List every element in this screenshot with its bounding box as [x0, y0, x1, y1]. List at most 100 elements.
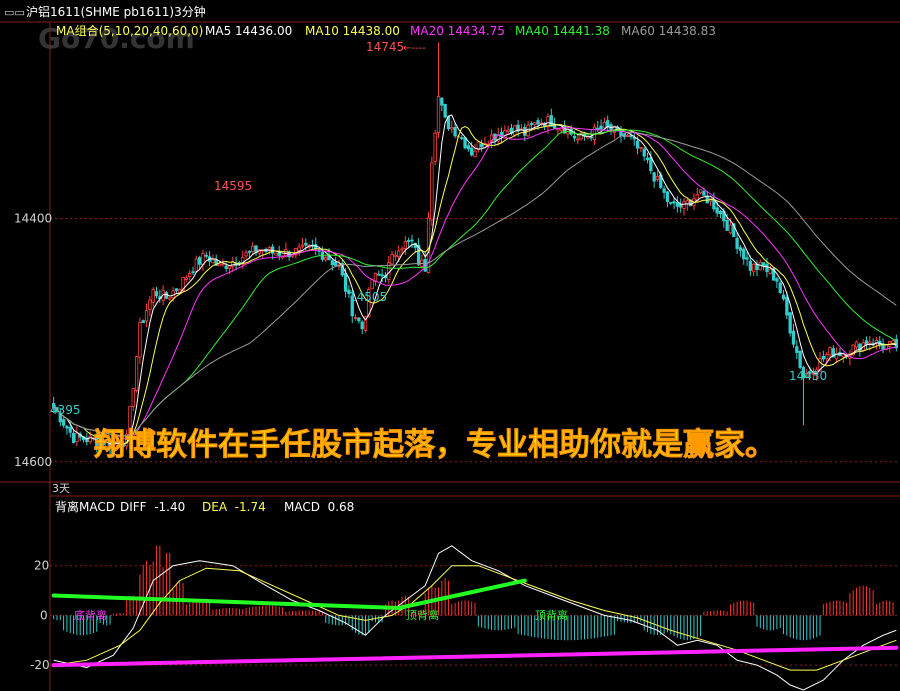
candle-body — [211, 259, 215, 264]
candle-body — [188, 273, 192, 277]
candle-body — [224, 265, 228, 269]
candle-body — [781, 294, 786, 300]
candle-body — [854, 341, 859, 348]
candle-body — [625, 135, 630, 137]
top-divergence-label: 顶背离 — [406, 608, 439, 622]
candle-body — [748, 260, 753, 271]
candle-body — [274, 252, 278, 256]
futures-chart: ▭▭ 沪铝1611(SHME pb1611)3分钟 Go70.com MA组合(… — [0, 0, 900, 691]
candle-body — [765, 264, 769, 272]
price-tick-label: 14600 — [14, 455, 52, 469]
candle-body — [682, 201, 686, 209]
candle-body — [506, 129, 510, 132]
candle-body — [745, 257, 749, 260]
candle-body — [795, 346, 799, 353]
candle-body — [715, 207, 719, 214]
candle-body — [788, 312, 792, 334]
macd-tick-label: 0 — [40, 608, 48, 622]
candle-body — [665, 191, 670, 203]
ma5-label: MA5 14436.00 — [205, 24, 292, 38]
candle-body — [606, 120, 610, 128]
candle-body — [675, 202, 680, 207]
candle-body — [71, 432, 76, 443]
dea-label: DEA -1.74 — [202, 500, 266, 514]
candle-body — [828, 347, 832, 356]
candle-body — [154, 291, 159, 297]
ma60-label: MA60 14438.83 — [621, 24, 716, 38]
ma40-label: MA40 14441.38 — [515, 24, 610, 38]
candle-body — [300, 244, 305, 247]
candle-body — [635, 140, 640, 149]
candle-body — [400, 248, 404, 251]
candle-body — [669, 201, 673, 204]
candle-body — [191, 271, 195, 274]
candle-body — [698, 189, 703, 194]
candle-body — [549, 115, 553, 127]
candle-body — [227, 265, 232, 269]
candle-body — [244, 252, 248, 257]
candle-body — [479, 143, 484, 148]
candle-body — [649, 157, 653, 172]
promo-banner: 翔博软件在手任股市起落，专业相助你就是赢家。 — [94, 427, 776, 463]
day-range-label: 3天 — [52, 482, 70, 495]
low-price-label: 14505 — [349, 290, 387, 304]
candle-body — [466, 145, 471, 150]
candle-body — [330, 260, 335, 265]
candle-body — [184, 277, 189, 280]
candle-body — [728, 224, 733, 234]
candle-body — [718, 211, 723, 215]
high-price-label: 14745 — [366, 40, 404, 54]
candle-body — [891, 340, 895, 344]
candle-body — [397, 250, 401, 258]
top-divergence-label-2: 顶背离 — [535, 608, 568, 622]
candle-body — [705, 195, 709, 204]
candle-body — [725, 220, 729, 231]
diff-label: DIFF -1.40 — [120, 500, 185, 514]
candle-body — [738, 247, 743, 251]
candle-body — [61, 419, 66, 426]
candle-body — [144, 310, 149, 322]
candle-body — [652, 172, 656, 182]
candle-body — [453, 126, 457, 137]
candle-body — [473, 150, 477, 158]
candle-body — [65, 425, 69, 429]
candle-body — [403, 241, 407, 249]
candle-body — [589, 136, 593, 139]
candle-body — [204, 254, 208, 257]
candle-body — [148, 299, 152, 310]
bottom-divergence-label: 底背离 — [74, 608, 107, 622]
ma20-label: MA20 14434.75 — [410, 24, 505, 38]
candle-body — [599, 125, 603, 130]
candle-body — [343, 273, 348, 292]
candle-body — [151, 289, 155, 303]
window-menu-icon[interactable]: ▭▭ — [4, 6, 25, 19]
candle-body — [197, 257, 202, 265]
ma10-label: MA10 14438.00 — [305, 24, 400, 38]
candle-body — [380, 274, 384, 277]
candle-body — [645, 157, 650, 161]
candle-body — [785, 297, 789, 316]
candle-body — [217, 263, 222, 267]
candle-body — [164, 292, 169, 299]
low-price-label-2: 14430 — [789, 369, 827, 383]
candle-body — [864, 340, 869, 345]
candle-body — [141, 320, 145, 324]
candle-body — [390, 254, 394, 265]
candle-body — [662, 188, 666, 193]
candle-body — [450, 127, 454, 130]
candle-body — [75, 432, 79, 442]
candle-body — [768, 268, 772, 275]
price-tick-label: 14400 — [14, 212, 52, 226]
peak-price-label: 14595 — [214, 179, 252, 193]
candle-body — [639, 146, 643, 149]
candle-body — [333, 261, 338, 266]
candle-body — [430, 162, 434, 221]
chart-background — [0, 0, 900, 691]
candle-body — [874, 339, 879, 343]
candle-body — [267, 247, 271, 250]
candle-body — [602, 122, 607, 129]
candle-body — [174, 288, 179, 291]
candle-body — [576, 138, 580, 141]
candle-body — [436, 96, 441, 133]
high-arrow: ←---- — [403, 43, 426, 54]
